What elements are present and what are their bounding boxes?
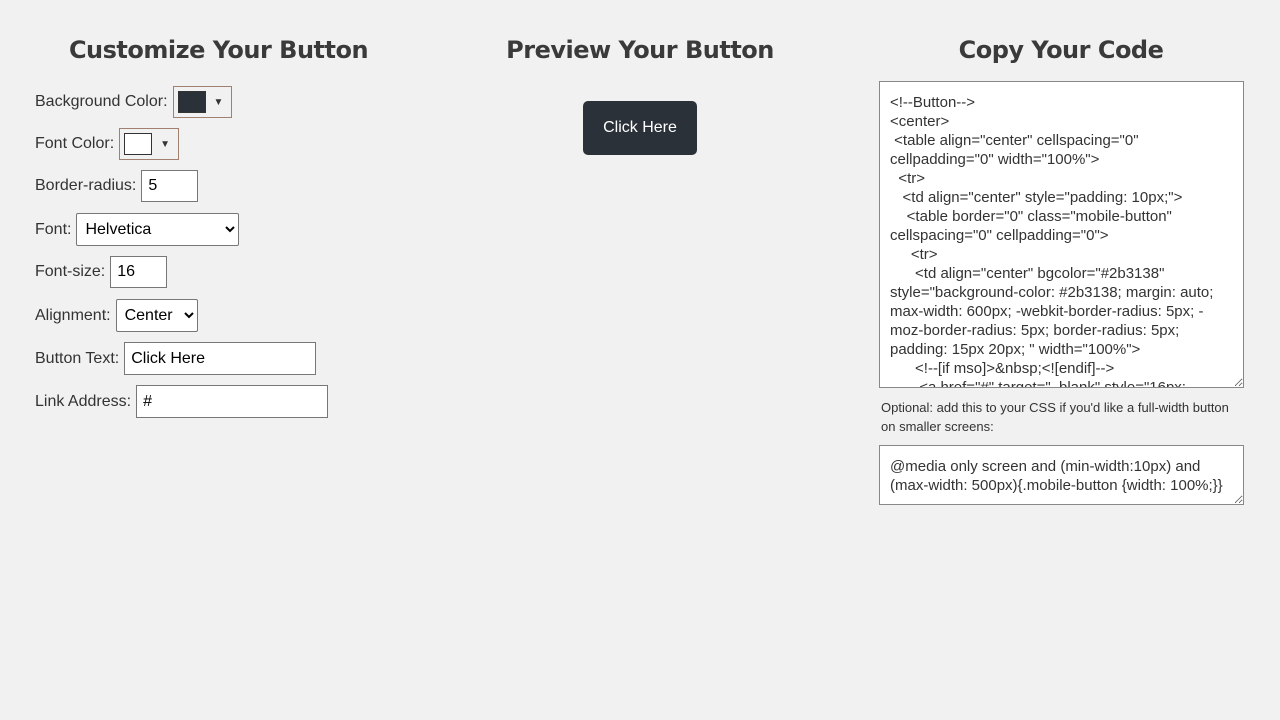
bg-color-row: Background Color: ▼ xyxy=(35,86,233,118)
font-color-swatch xyxy=(124,133,153,155)
font-color-row: Font Color: ▼ xyxy=(35,128,180,160)
border-radius-label: Border-radius: xyxy=(35,177,137,194)
alignment-select[interactable]: Center xyxy=(115,299,198,332)
optional-note: Optional: add this to your CSS if you'd … xyxy=(881,400,1229,434)
button-text-label: Button Text: xyxy=(35,349,120,367)
bg-color-picker[interactable]: ▼ xyxy=(172,86,233,118)
alignment-label: Alignment: xyxy=(35,306,111,324)
font-color-label: Font Color: xyxy=(35,135,115,152)
link-address-input[interactable] xyxy=(136,385,329,418)
button-text-input[interactable] xyxy=(124,342,317,375)
bg-color-label: Background Color: xyxy=(35,93,168,110)
border-radius-input[interactable] xyxy=(141,170,199,202)
code-title: Copy Your Code xyxy=(958,36,1164,64)
html-code-textarea[interactable]: <!--Button--> <center> <table align="cen… xyxy=(879,81,1244,388)
font-size-label: Font-size: xyxy=(35,263,106,280)
font-color-picker[interactable]: ▼ xyxy=(119,128,180,160)
link-address-label: Link Address: xyxy=(35,392,132,410)
preview-title: Preview Your Button xyxy=(506,36,774,64)
font-size-input[interactable] xyxy=(110,256,168,288)
dropdown-arrow-icon: ▼ xyxy=(213,96,224,108)
bg-color-swatch xyxy=(177,91,206,113)
font-label: Font: xyxy=(35,220,72,238)
font-select[interactable]: Helvetica xyxy=(76,213,240,246)
preview-button[interactable]: Click Here xyxy=(583,101,697,155)
customize-title: Customize Your Button xyxy=(68,36,369,64)
dropdown-arrow-icon: ▼ xyxy=(160,138,171,150)
css-code-textarea[interactable]: @media only screen and (min-width:10px) … xyxy=(879,445,1244,505)
